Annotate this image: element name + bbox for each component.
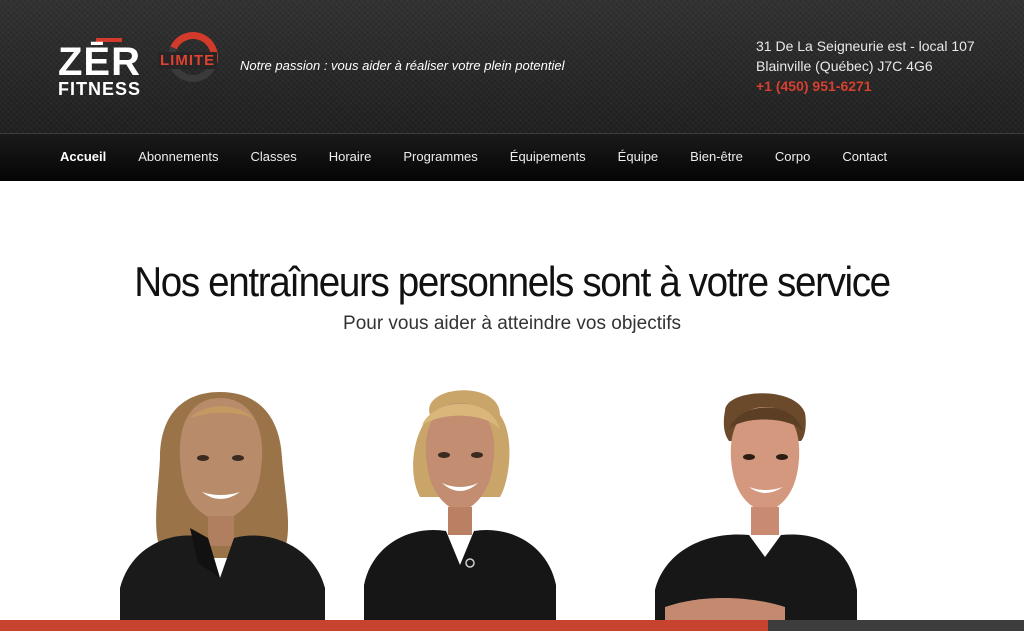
nav-item-abonnements[interactable]: Abonnements [138, 134, 218, 180]
slider-progress-bar [0, 620, 1024, 631]
site-tagline: Notre passion : vous aider à réaliser vo… [240, 58, 565, 73]
trainer-photo-2 [364, 390, 556, 620]
nav-item-equipements[interactable]: Équipements [510, 134, 586, 180]
nav-item-accueil[interactable]: Accueil [60, 134, 106, 180]
nav-item-corpo[interactable]: Corpo [775, 134, 810, 180]
nav-item-equipe[interactable]: Équipe [618, 134, 658, 180]
hero-subtitle: Pour vous aider à atteindre vos objectif… [343, 313, 681, 334]
nav-item-horaire[interactable]: Horaire [329, 134, 372, 180]
nav-item-programmes[interactable]: Programmes [403, 134, 477, 180]
address-line-2: Blainville (Québec) J7C 4G6 [756, 58, 933, 74]
logo-zero-text: ZĒR [58, 40, 141, 84]
site-logo[interactable]: ZĒR LIMITE FITNESS [58, 24, 228, 100]
nav-item-bien-etre[interactable]: Bien-être [690, 134, 743, 180]
phone-link[interactable]: +1 (450) 951-6271 [756, 76, 975, 96]
hero-title: Nos entraîneurs personnels sont à votre … [134, 258, 891, 305]
nav-item-contact[interactable]: Contact [842, 134, 887, 180]
trainer-photo-3 [655, 393, 857, 620]
main-nav: Accueil Abonnements Classes Horaire Prog… [0, 133, 1024, 181]
trainer-photo-1 [120, 392, 325, 620]
contact-block: 31 De La Seigneurie est - local 107 Blai… [756, 36, 975, 96]
logo-fitness-text: FITNESS [58, 79, 142, 99]
nav-item-classes[interactable]: Classes [250, 134, 296, 180]
address-line-1: 31 De La Seigneurie est - local 107 [756, 38, 975, 54]
logo-limite-text: LIMITE [158, 52, 218, 69]
slider-progress-fill [0, 620, 768, 631]
site-header: ZĒR LIMITE FITNESS Notre passion : vous … [0, 0, 1024, 133]
